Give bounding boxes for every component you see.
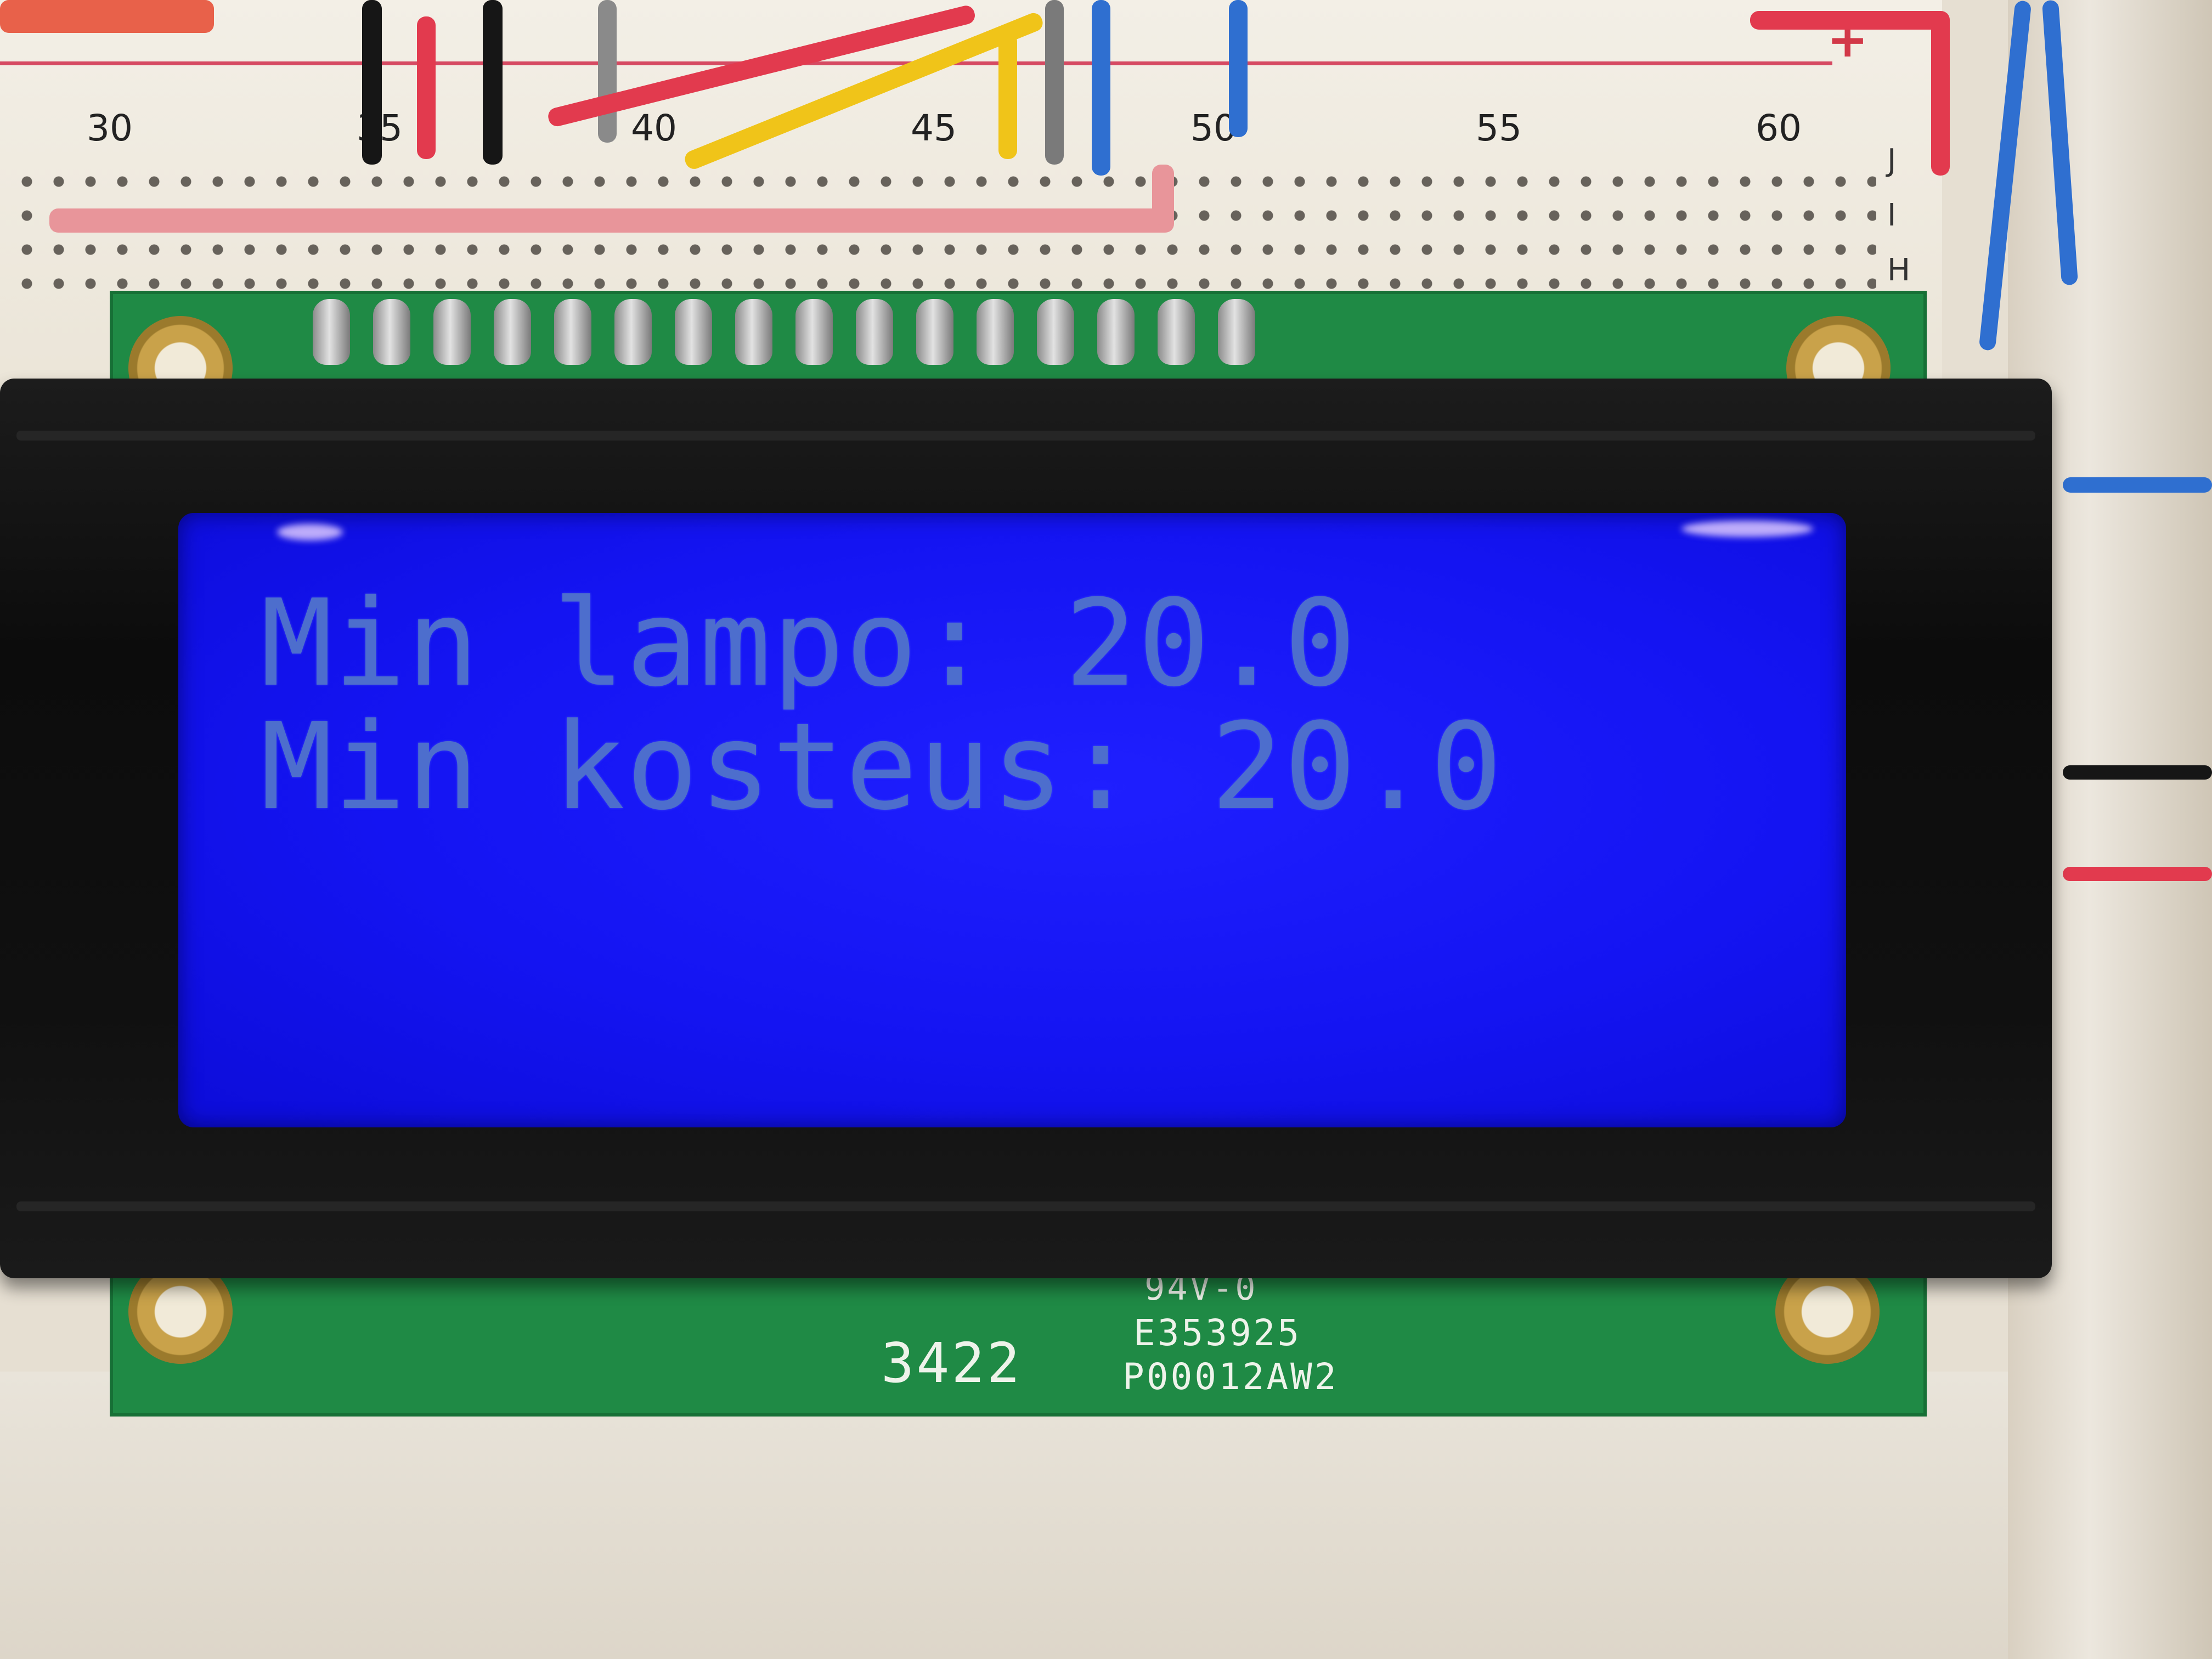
orange-wire <box>0 0 214 33</box>
blue-wire <box>1092 0 1110 176</box>
header-pin <box>735 299 772 365</box>
yellow-wire-2 <box>998 33 1017 159</box>
header-pin <box>977 299 1014 365</box>
header-pin <box>916 299 953 365</box>
header-pin <box>1158 299 1195 365</box>
column-number-30: 30 <box>87 107 133 149</box>
header-pin <box>1218 299 1255 365</box>
pcb-marking-part-number: P00012AW2 <box>1122 1356 1339 1398</box>
header-pin <box>494 299 531 365</box>
red-rail-wire <box>1750 11 1948 30</box>
column-number-45: 45 <box>911 107 957 149</box>
header-pin <box>1097 299 1135 365</box>
bezel-ridge-top <box>16 431 2035 441</box>
header-pin <box>373 299 410 365</box>
header-pin <box>675 299 712 365</box>
row-letter-i: I <box>1887 198 1897 233</box>
header-pin <box>433 299 471 365</box>
header-pin <box>313 299 350 365</box>
header-pin <box>795 299 833 365</box>
black-wire <box>362 0 382 165</box>
header-pin <box>856 299 893 365</box>
column-number-55: 55 <box>1476 107 1522 149</box>
black-wire-2 <box>483 0 503 165</box>
red-rail-wire-drop <box>1931 11 1950 176</box>
black-wire-3 <box>2063 765 2212 780</box>
red-wire-3 <box>2063 867 2212 881</box>
lcd-line-2: Min kosteus: 20.0 <box>261 698 1504 837</box>
pcb-marking-e353925: E353925 <box>1133 1312 1302 1354</box>
pink-wire <box>49 208 1174 233</box>
gray-wire <box>598 0 617 143</box>
column-number-40: 40 <box>631 107 677 149</box>
gray-wire-2 <box>1045 0 1064 165</box>
photo-scene: + 30 35 40 45 50 55 60 J I H 94V-0 E3539… <box>0 0 2212 1659</box>
screen-glare-right <box>1681 521 1813 537</box>
header-pin <box>554 299 591 365</box>
blue-wire-2 <box>1229 0 1248 137</box>
screen-glare-left <box>277 524 343 540</box>
red-wire <box>417 16 436 159</box>
bezel-ridge-bottom <box>16 1201 2035 1211</box>
pink-wire-end <box>1152 165 1174 225</box>
row-letter-h: H <box>1887 252 1911 288</box>
blue-wire-5 <box>2063 477 2212 493</box>
breadboard-holes <box>11 165 1876 307</box>
header-pin <box>614 299 652 365</box>
lcd-line-1: Min lampo: 20.0 <box>261 574 1357 713</box>
pcb-date-code: 3422 <box>881 1331 1022 1395</box>
lcd-screen: Min lampo: 20.0 Min kosteus: 20.0 <box>178 513 1846 1127</box>
header-pin <box>1037 299 1074 365</box>
row-letter-j: J <box>1887 143 1897 178</box>
column-number-60: 60 <box>1756 107 1802 149</box>
